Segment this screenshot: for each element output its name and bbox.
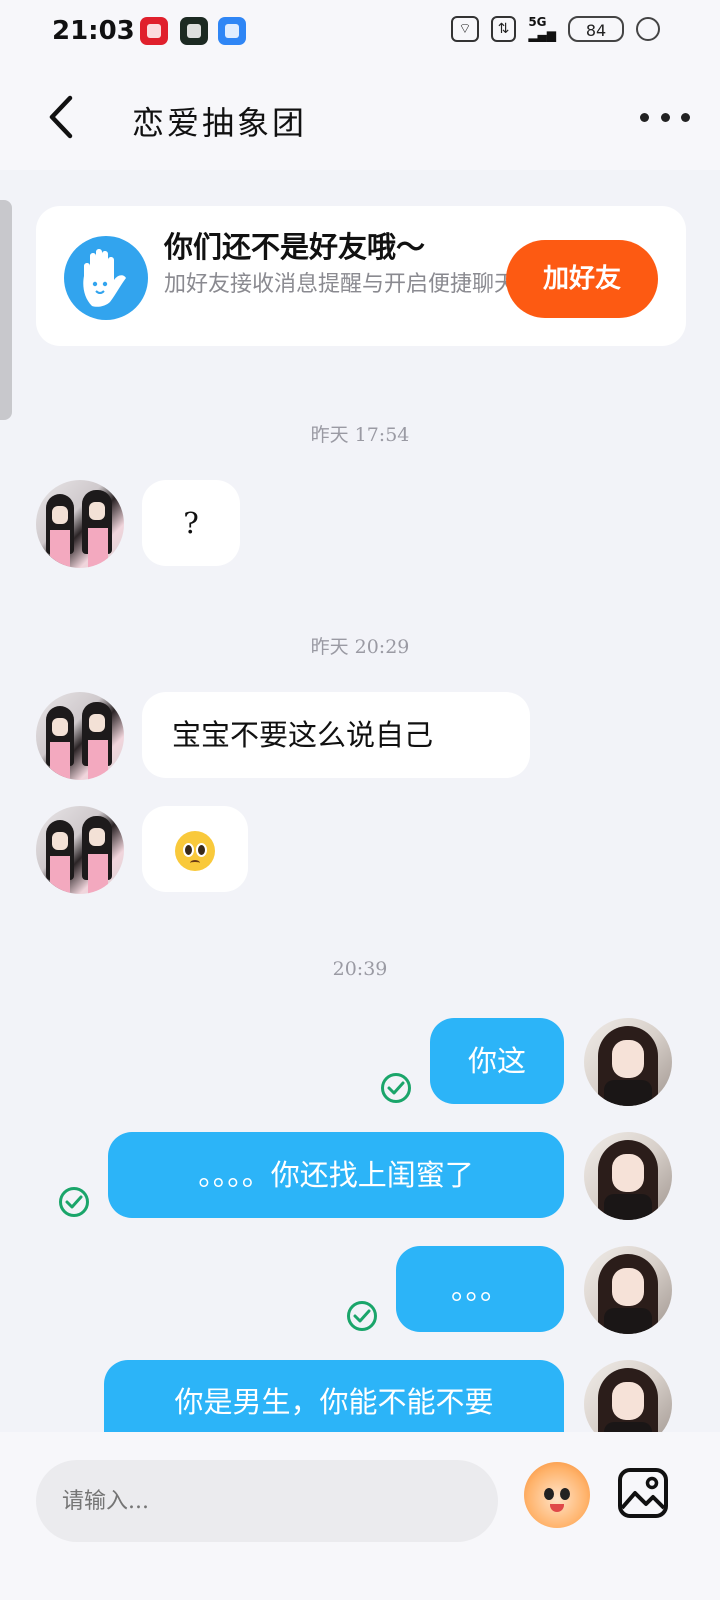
status-time: 21:03	[52, 16, 135, 46]
app-notification-icon	[218, 17, 246, 45]
app-notification-icon	[180, 17, 208, 45]
more-button[interactable]	[640, 102, 690, 132]
face-status-icon	[636, 17, 660, 41]
read-check-icon	[380, 1072, 412, 1104]
chat-title: 恋爱抽象团	[132, 104, 308, 142]
back-button[interactable]	[40, 92, 84, 142]
mascot-emoji-icon[interactable]	[524, 1462, 590, 1528]
my-avatar[interactable]	[584, 1018, 672, 1106]
status-bar: 21:03 ⌔ ⇅ 5G ▂▄▆ 84	[0, 0, 720, 64]
message-timestamp: 20:39	[332, 958, 388, 980]
add-friend-button[interactable]: 加好友	[506, 240, 658, 318]
data-speed-icon: ⇅	[490, 16, 517, 42]
read-check-icon	[346, 1300, 378, 1332]
incoming-message-bubble[interactable]: ?	[142, 480, 240, 566]
sender-avatar[interactable]	[36, 692, 124, 780]
signal-5g-icon: 5G ▂▄▆	[528, 15, 556, 42]
message-timestamp: 昨天 17:54	[310, 424, 410, 446]
friend-card-subtitle: 加好友接收消息提醒与开启便捷聊天	[164, 272, 517, 297]
friend-card-title: 你们还不是好友哦～	[164, 230, 426, 264]
message-input-bar	[0, 1432, 720, 1600]
incoming-message-bubble[interactable]: 宝宝不要这么说自己	[142, 692, 530, 778]
more-dot	[640, 112, 649, 122]
my-avatar[interactable]	[584, 1246, 672, 1334]
scroll-indicator[interactable]	[0, 200, 12, 420]
pleading-face-emoji	[175, 831, 215, 871]
image-icon[interactable]	[616, 1466, 670, 1520]
hand-wave-icon	[64, 236, 148, 320]
chat-header: 恋爱抽象团	[0, 64, 720, 170]
my-avatar[interactable]	[584, 1132, 672, 1220]
more-dot	[660, 112, 670, 122]
wifi-icon: ⌔	[451, 16, 479, 42]
outgoing-message-bubble[interactable]: 。。。	[396, 1246, 564, 1332]
chevron-left-icon	[49, 95, 73, 139]
outgoing-message-bubble[interactable]: 你这	[430, 1018, 564, 1104]
sender-avatar[interactable]	[36, 480, 124, 568]
sender-avatar[interactable]	[36, 806, 124, 894]
incoming-emoji-bubble[interactable]	[142, 806, 248, 892]
battery-level: 84	[585, 21, 607, 40]
message-timestamp: 昨天 20:29	[310, 636, 410, 658]
more-dot	[681, 112, 690, 122]
network-type: 5G	[528, 15, 547, 29]
outgoing-message-bubble[interactable]: 。。。。你还找上闺蜜了	[108, 1132, 564, 1218]
message-input[interactable]	[36, 1460, 498, 1542]
app-notification-icon	[140, 17, 168, 45]
add-friend-card: 你们还不是好友哦～ 加好友接收消息提醒与开启便捷聊天 加好友	[36, 206, 686, 346]
battery-icon: 84	[568, 16, 624, 42]
read-check-icon	[58, 1186, 90, 1218]
